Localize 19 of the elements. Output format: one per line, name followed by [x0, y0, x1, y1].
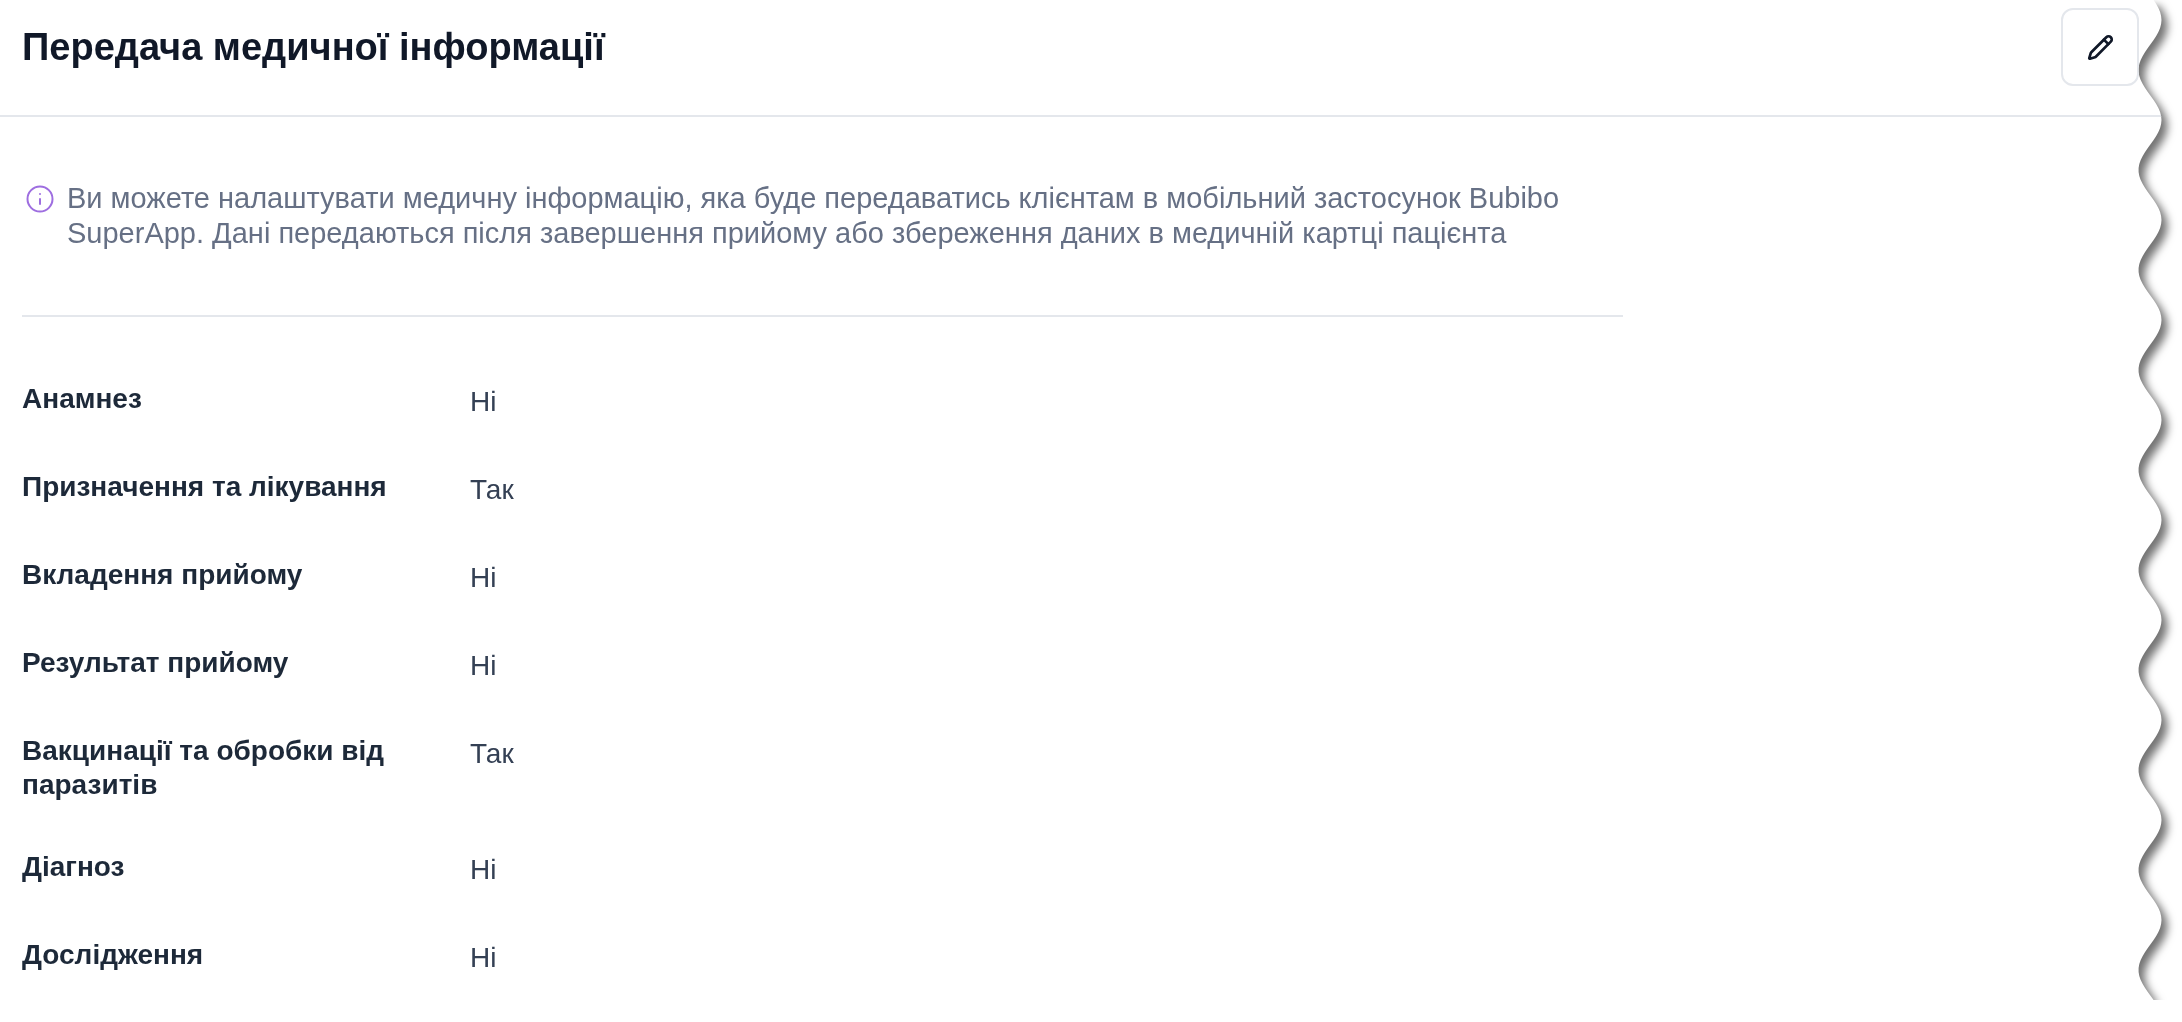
- setting-label: Вакцинації та обробки від паразитів: [22, 734, 386, 802]
- setting-value: Ні: [470, 385, 497, 419]
- setting-value: Так: [470, 737, 514, 771]
- setting-value: Так: [470, 473, 514, 507]
- setting-value: Ні: [470, 941, 497, 975]
- setting-label: Діагноз: [22, 850, 125, 884]
- pencil-icon: [2086, 33, 2114, 61]
- setting-value: Ні: [470, 561, 497, 595]
- setting-label: Вкладення прийому: [22, 558, 303, 592]
- setting-value: Ні: [470, 649, 497, 683]
- setting-label: Дослідження: [22, 938, 204, 972]
- setting-label: Призначення та лікування: [22, 470, 387, 504]
- info-text: Ви можете налаштувати медичну інформацію, яка буде передаватись клієнтам в мобільний застосунок Bubibo SuperApp. Дані передаються після завершення прийому або збереження даних в медичній картці пацієнта: [67, 181, 1561, 251]
- card-title: Передача медичної інформації: [22, 25, 605, 70]
- setting-label: Результат прийому: [22, 646, 289, 680]
- info-icon: [25, 184, 55, 214]
- setting-value: Ні: [470, 853, 497, 887]
- setting-label: Анамнез: [22, 382, 142, 416]
- edit-button[interactable]: [2061, 8, 2139, 86]
